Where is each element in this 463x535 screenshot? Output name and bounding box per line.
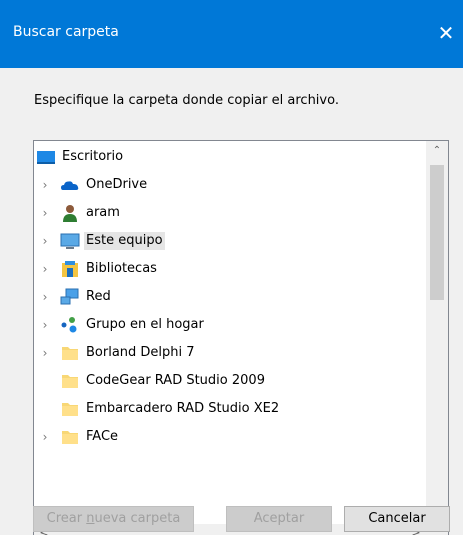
accept-button[interactable]: Aceptar [226, 506, 332, 532]
vertical-scroll-thumb[interactable] [430, 165, 444, 300]
onedrive-cloud-icon [60, 175, 80, 195]
desktop-icon [36, 147, 56, 167]
expand-chevron-icon[interactable]: › [40, 227, 50, 255]
tree-item[interactable]: › FACe [34, 423, 427, 451]
new-folder-label-post: ueva carpeta [94, 511, 181, 526]
folder-icon [60, 399, 80, 419]
tree-item[interactable]: › OneDrive [34, 171, 427, 199]
tree-item-label: Grupo en el hogar [86, 317, 204, 332]
dialog-body: Especifique la carpeta donde copiar el a… [0, 68, 463, 535]
tree-item[interactable]: › aram [34, 199, 427, 227]
vertical-scrollbar[interactable]: ⌃ ⌄ [426, 141, 448, 525]
tree-item[interactable]: › Bibliotecas [34, 255, 427, 283]
homegroup-icon [60, 315, 80, 335]
network-icon [60, 287, 80, 307]
new-folder-button[interactable]: Crear nueva carpeta [33, 506, 194, 532]
tree-item-label: CodeGear RAD Studio 2009 [86, 373, 265, 388]
folder-icon [60, 371, 80, 391]
tree-item-label: Bibliotecas [86, 261, 157, 276]
tree-item-label: FACe [86, 429, 119, 444]
tree-item-label: Escritorio [62, 149, 124, 164]
tree-item[interactable]: Escritorio [34, 143, 427, 171]
expand-chevron-icon[interactable]: › [40, 255, 50, 283]
computer-icon [60, 231, 80, 251]
expand-chevron-icon[interactable]: › [40, 199, 50, 227]
folder-icon [60, 427, 80, 447]
libraries-icon [60, 259, 80, 279]
new-folder-label-mnemonic: n [86, 511, 95, 526]
tree-item-label: Este equipo [84, 232, 165, 250]
tree-item[interactable]: › Grupo en el hogar [34, 311, 427, 339]
new-folder-label-pre: Crear [46, 511, 87, 526]
user-icon [60, 203, 80, 223]
title-bar: Buscar carpeta ✕ [0, 0, 463, 68]
tree-item-label: aram [86, 205, 120, 220]
expand-chevron-icon[interactable]: › [40, 283, 50, 311]
tree-item[interactable]: › Este equipo [34, 227, 427, 255]
tree-item-label: Red [86, 289, 111, 304]
folder-icon [60, 343, 80, 363]
expand-chevron-icon[interactable]: › [40, 171, 50, 199]
tree-item-label: Embarcadero RAD Studio XE2 [86, 401, 280, 416]
folder-tree-items: Escritorio › OneDrive › aram › Este equipo › Bib… [34, 141, 427, 525]
tree-item-label: OneDrive [86, 177, 148, 192]
tree-item[interactable]: › Borland Delphi 7 [34, 339, 427, 367]
tree-item-label: Borland Delphi 7 [86, 345, 195, 360]
window-title: Buscar carpeta [13, 24, 119, 40]
expand-chevron-icon[interactable]: › [40, 423, 50, 451]
instruction-text: Especifique la carpeta donde copiar el a… [34, 93, 339, 108]
tree-item[interactable]: Embarcadero RAD Studio XE2 [34, 395, 427, 423]
tree-item[interactable]: › Red [34, 283, 427, 311]
cancel-button[interactable]: Cancelar [344, 506, 450, 532]
scroll-up-button[interactable]: ⌃ [426, 141, 448, 161]
expand-chevron-icon[interactable]: › [40, 339, 50, 367]
folder-tree[interactable]: Escritorio › OneDrive › aram › Este equipo › Bib… [33, 140, 449, 535]
close-button[interactable]: ✕ [429, 14, 463, 52]
tree-item[interactable]: CodeGear RAD Studio 2009 [34, 367, 427, 395]
expand-chevron-icon[interactable]: › [40, 311, 50, 339]
